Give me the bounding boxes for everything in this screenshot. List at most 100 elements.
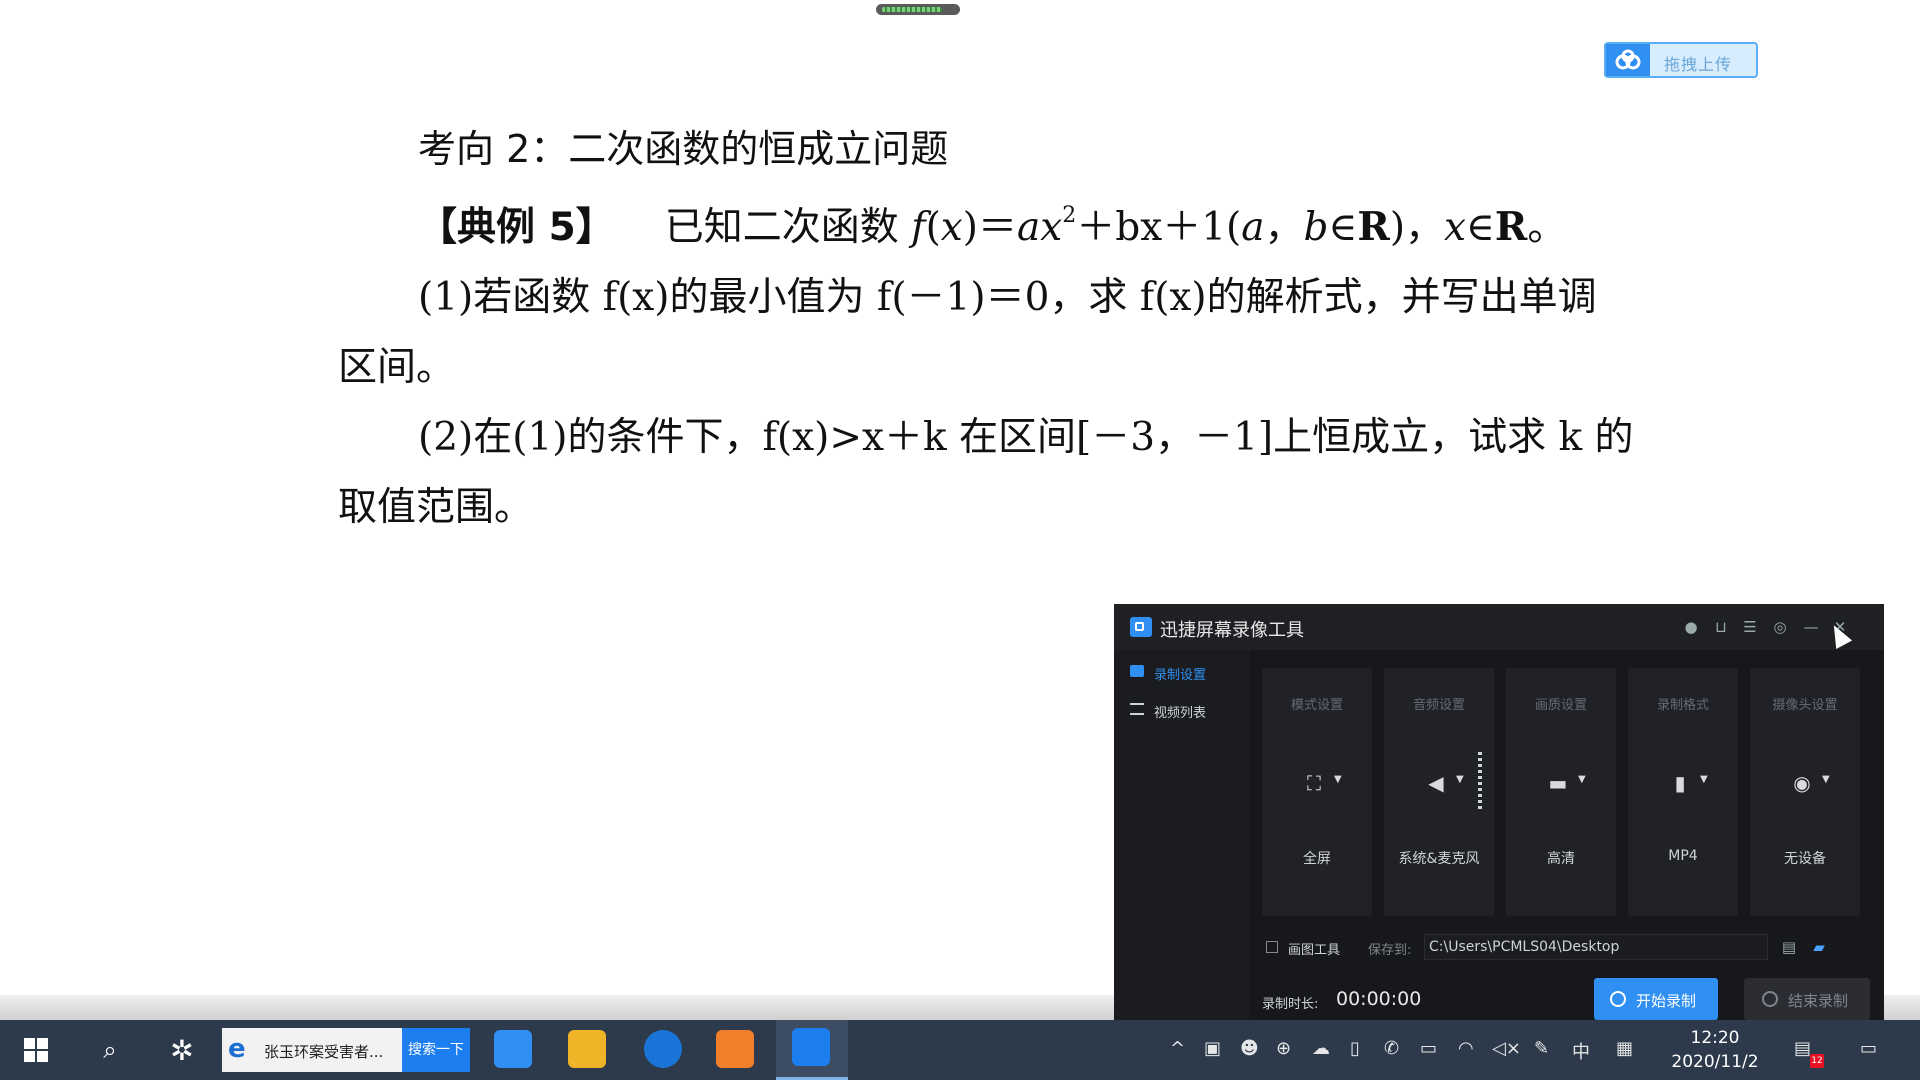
chevron-up-icon[interactable]: ^ xyxy=(1170,1038,1185,1059)
folder-icon[interactable]: ▰ xyxy=(1810,938,1828,956)
chevron-down-icon[interactable]: ▼ xyxy=(1456,774,1464,785)
cart-icon[interactable]: ⊔ xyxy=(1712,618,1730,636)
var-x: x xyxy=(940,205,963,250)
save-path-field[interactable]: C:\Users\PCMLS04\Desktop xyxy=(1424,934,1768,960)
drag-upload-button[interactable]: 拖拽上传 xyxy=(1604,42,1758,78)
ie-icon: e xyxy=(228,1034,246,1064)
edge-browser-icon[interactable] xyxy=(644,1030,682,1068)
func-f: f xyxy=(911,205,926,250)
wps-app-icon[interactable] xyxy=(494,1030,532,1068)
start-record-label: 开始录制 xyxy=(1636,992,1697,1010)
file-icon: ▮ xyxy=(1674,771,1686,795)
monitor-icon: ▬ xyxy=(1548,771,1568,795)
recorder-logo-icon xyxy=(1130,617,1152,637)
screen-recorder-window: 迅捷屏幕录像工具 ● ⊔ ☰ ◎ — ✕ 录制设置 视频列表 模式设置 ⛶ ▼ … xyxy=(1114,604,1884,1020)
duration-timer: 00:00:00 xyxy=(1336,988,1422,1010)
volume-meter[interactable] xyxy=(1478,752,1482,810)
start-button[interactable] xyxy=(16,1020,56,1080)
recorder-title: 迅捷屏幕录像工具 xyxy=(1160,620,1304,641)
file-list-icon[interactable]: ▤ xyxy=(1780,938,1798,956)
part1-line2: 区间。 xyxy=(338,345,456,390)
cloud-sync-icon[interactable]: ☁ xyxy=(1312,1038,1330,1059)
ime-language[interactable]: 中 xyxy=(1572,1038,1590,1064)
draw-tool-label: 画图工具 xyxy=(1288,943,1341,958)
pen-icon[interactable]: ✎ xyxy=(1534,1038,1549,1059)
card-title: 音频设置 xyxy=(1412,698,1465,713)
card-title: 画质设置 xyxy=(1534,698,1587,713)
search-submit-button[interactable]: 搜索一下 xyxy=(402,1028,470,1072)
sidebar-item-video-list[interactable]: 视频列表 xyxy=(1114,692,1250,728)
fan-app-icon[interactable]: ✲ xyxy=(158,1020,206,1080)
card-value: 系统&麦克风 xyxy=(1398,851,1480,867)
part2-line2: 取值范围。 xyxy=(338,485,534,530)
stop-record-button[interactable]: 结束录制 xyxy=(1744,978,1870,1020)
sidebar-item-record-settings[interactable]: 录制设置 xyxy=(1114,654,1250,690)
wifi-icon[interactable]: ◠ xyxy=(1458,1038,1474,1059)
exponent: 2 xyxy=(1062,203,1077,228)
powerpoint-icon[interactable] xyxy=(716,1030,754,1068)
element-of: ∈ xyxy=(1328,205,1358,250)
card-value: 无设备 xyxy=(1784,851,1826,867)
format-settings-card[interactable]: 录制格式 ▮ ▼ MP4 xyxy=(1628,668,1738,916)
term-ax: ax xyxy=(1017,205,1063,250)
recorder-tray-icon[interactable]: ▣ xyxy=(1204,1038,1221,1059)
settings-icon[interactable]: ◎ xyxy=(1771,618,1789,636)
fullscreen-icon: ⛶ xyxy=(1307,771,1321,795)
comma: ， xyxy=(1264,205,1304,250)
stop-record-label: 结束录制 xyxy=(1788,992,1849,1010)
start-record-button[interactable]: 开始录制 xyxy=(1594,978,1718,1020)
audio-settings-card[interactable]: 音频设置 ◀ ▼ 系统&麦克风 xyxy=(1384,668,1494,916)
duration-label: 录制时长: xyxy=(1262,997,1319,1012)
action-center-icon[interactable]: ▭ xyxy=(1860,1038,1877,1059)
browser-search-text: 张玉环案受害者... xyxy=(264,1043,384,1061)
system-clock[interactable]: 12:20 2020/11/2 xyxy=(1660,1026,1770,1074)
drag-upload-label: 拖拽上传 xyxy=(1664,55,1733,74)
statement-intro: 已知二次函数 xyxy=(664,205,912,250)
equals-sign: ＝ xyxy=(978,205,1018,250)
example-statement: 【典例 5】 已知二次函数 f(x)＝ax2＋bx＋1(a，b∈R)，x∈R。 xyxy=(418,203,1567,250)
draw-tool-checkbox[interactable] xyxy=(1266,941,1278,953)
scroll-indicator[interactable] xyxy=(876,4,960,15)
wechat-icon[interactable]: ✆ xyxy=(1384,1038,1399,1059)
quality-settings-card[interactable]: 画质设置 ▬ ▼ 高清 xyxy=(1506,668,1616,916)
battery-icon[interactable]: ▭ xyxy=(1420,1038,1437,1059)
card-value: 全屏 xyxy=(1303,851,1331,867)
camera-settings-card[interactable]: 摄像头设置 ◉ ▼ 无设备 xyxy=(1750,668,1860,916)
chevron-down-icon[interactable]: ▼ xyxy=(1578,774,1586,785)
video-camera-icon xyxy=(1130,665,1144,677)
card-value: 高清 xyxy=(1547,851,1575,867)
chevron-down-icon[interactable]: ▼ xyxy=(1822,774,1830,785)
mode-settings-card[interactable]: 模式设置 ⛶ ▼ 全屏 xyxy=(1262,668,1372,916)
part1-line1: (1)若函数 f(x)的最小值为 f(－1)＝0，求 f(x)的解析式，并写出单… xyxy=(418,275,1597,320)
section-heading: 考向 2：二次函数的恒成立问题 xyxy=(418,127,949,171)
add-icon[interactable]: ⊕ xyxy=(1276,1038,1291,1059)
qq-icon[interactable]: ☻ xyxy=(1240,1038,1259,1059)
recorder-taskbar-item[interactable] xyxy=(776,1020,848,1080)
chevron-down-icon[interactable]: ▼ xyxy=(1700,774,1708,785)
file-explorer-icon[interactable] xyxy=(568,1030,606,1068)
stop-icon xyxy=(1762,991,1778,1007)
example-label: 【典例 5】 xyxy=(418,205,615,250)
save-to-label: 保存到: xyxy=(1368,943,1412,958)
var-x2: x xyxy=(1444,205,1467,250)
ime-mode-icon[interactable]: ▦ xyxy=(1616,1038,1633,1059)
notes-icon[interactable]: ▤ xyxy=(1794,1038,1811,1059)
cloud-icon xyxy=(1606,44,1650,76)
list-icon xyxy=(1130,703,1144,715)
sidebar-item-label: 录制设置 xyxy=(1154,668,1207,683)
browser-search-box[interactable]: e 张玉环案受害者... xyxy=(222,1028,402,1072)
taskbar: ⌕ ✲ e 张玉环案受害者... 搜索一下 ^ ▣ ☻ ⊕ ☁ ▯ ✆ ▭ ◠ … xyxy=(0,1020,1920,1080)
menu-icon[interactable]: ☰ xyxy=(1741,618,1759,636)
chevron-down-icon[interactable]: ▼ xyxy=(1334,774,1342,785)
minimize-icon[interactable]: — xyxy=(1802,618,1820,636)
card-value: MP4 xyxy=(1668,848,1698,864)
part2-line1: (2)在(1)的条件下，f(x)>x＋k 在区间[－3，－1]上恒成立，试求 k… xyxy=(418,415,1634,460)
volume-muted-icon[interactable]: ◁× xyxy=(1492,1038,1521,1059)
user-icon[interactable]: ● xyxy=(1682,618,1700,636)
recorder-sidebar: 录制设置 视频列表 xyxy=(1114,650,1250,1020)
search-icon[interactable]: ⌕ xyxy=(88,1020,132,1080)
windows-icon xyxy=(23,1037,49,1063)
recorder-titlebar[interactable]: 迅捷屏幕录像工具 ● ⊔ ☰ ◎ — ✕ xyxy=(1114,604,1884,650)
notification-badge: 12 xyxy=(1810,1054,1824,1068)
microphone-icon[interactable]: ▯ xyxy=(1350,1038,1360,1059)
